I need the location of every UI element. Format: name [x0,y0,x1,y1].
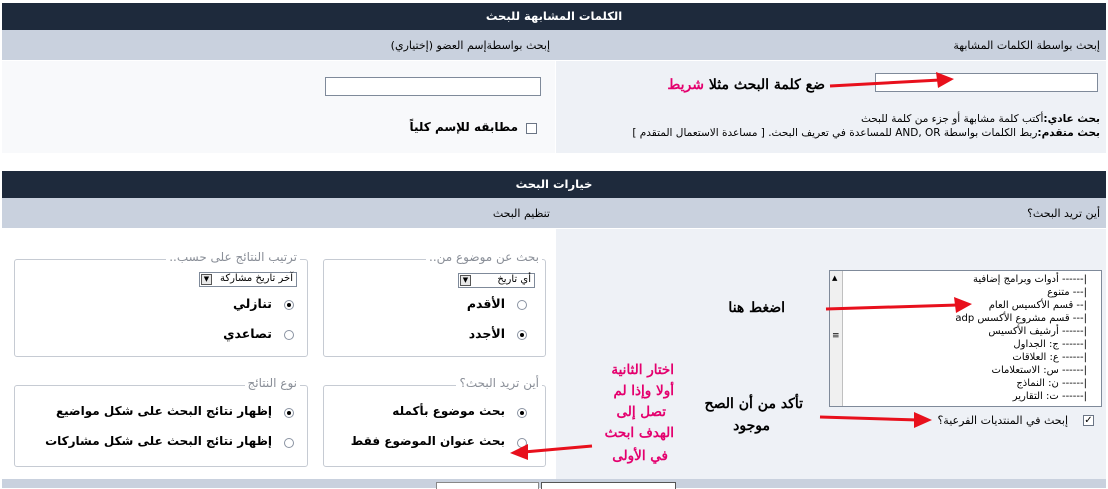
arrow-to-title-only [510,444,593,460]
arrow-to-keyword-input [829,72,954,88]
annotation-arrows [510,72,972,460]
arrow-to-forum-item [825,297,972,313]
arrow-to-subforums [819,412,932,428]
